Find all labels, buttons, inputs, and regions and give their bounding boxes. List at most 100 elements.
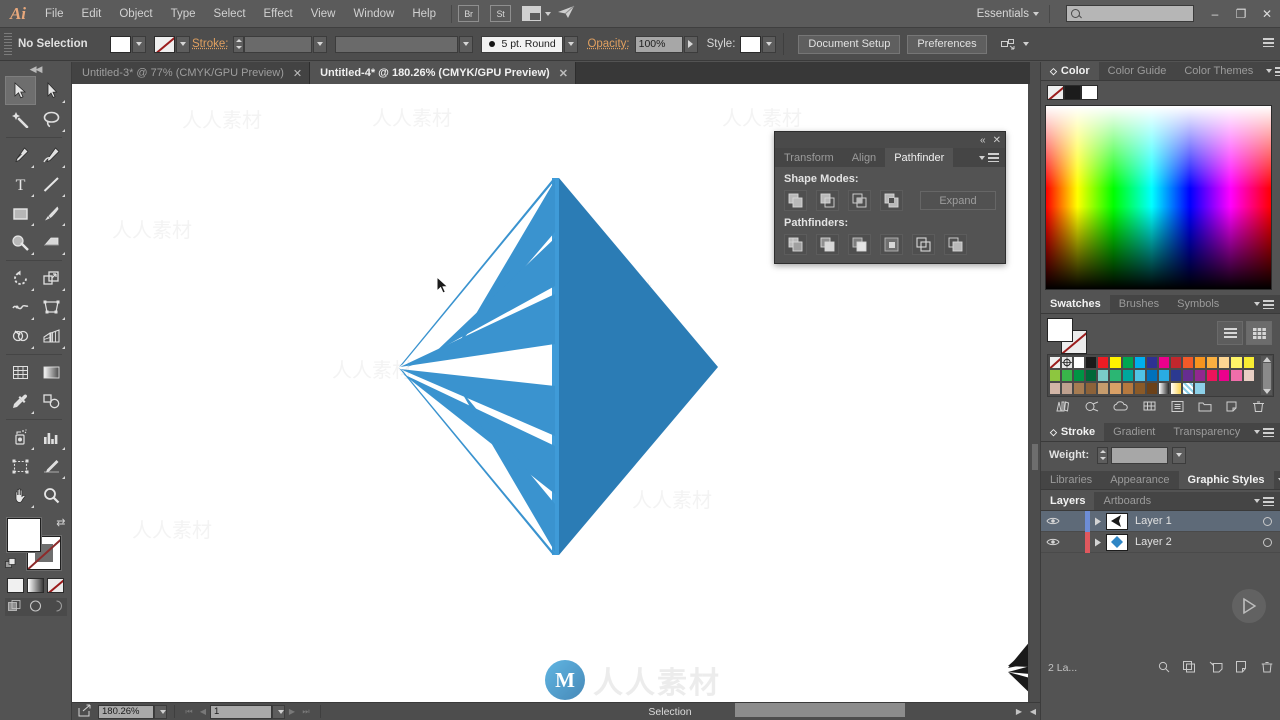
- swatch-cell[interactable]: [1157, 356, 1170, 369]
- fill-color-control[interactable]: [110, 35, 146, 53]
- pathfinder-trim-button[interactable]: [816, 234, 839, 255]
- fill-swatch[interactable]: [110, 35, 131, 53]
- tab-swatches[interactable]: Swatches: [1041, 295, 1110, 313]
- swatch-cell[interactable]: [1230, 369, 1243, 382]
- tool-direct-selection[interactable]: [36, 76, 67, 105]
- tab-gradient[interactable]: Gradient: [1104, 423, 1164, 441]
- opacity-field[interactable]: 100%: [634, 35, 683, 53]
- swatch-cell[interactable]: [1097, 382, 1110, 395]
- swatches-fill-box[interactable]: [1047, 318, 1073, 342]
- select-similar-button[interactable]: [1000, 38, 1029, 51]
- stroke-swatch-none[interactable]: [154, 35, 175, 53]
- tool-free-transform[interactable]: [36, 293, 67, 322]
- preferences-button[interactable]: Preferences: [907, 34, 987, 54]
- pathfinder-intersect-button[interactable]: [848, 190, 871, 211]
- layer-row-2[interactable]: Layer 2: [1041, 531, 1280, 553]
- canvas-horizontal-scrollbar-thumb[interactable]: [735, 703, 905, 717]
- artwork-blue-diamond[interactable]: [397, 174, 722, 559]
- tab-layers[interactable]: Layers: [1041, 492, 1095, 510]
- menu-type[interactable]: Type: [162, 0, 205, 28]
- restore-button[interactable]: ❐: [1228, 4, 1254, 24]
- menu-window[interactable]: Window: [344, 0, 403, 28]
- color-well-white[interactable]: [1081, 84, 1098, 100]
- tab-brushes[interactable]: Brushes: [1110, 295, 1168, 313]
- tool-zoom[interactable]: [36, 481, 67, 510]
- normal-screen-mode-icon[interactable]: [8, 599, 21, 615]
- tab-align[interactable]: Align: [843, 148, 885, 167]
- stroke-color-control[interactable]: [154, 35, 190, 53]
- tab-artboards[interactable]: Artboards: [1094, 492, 1160, 510]
- next-artboard-button[interactable]: ▶: [285, 705, 299, 719]
- stroke-profile-field[interactable]: [335, 35, 459, 53]
- tool-perspective-grid[interactable]: [36, 322, 67, 351]
- swatch-cell[interactable]: [1073, 356, 1086, 369]
- expand-button[interactable]: Expand: [920, 191, 996, 210]
- swatch-cell[interactable]: [1230, 356, 1243, 369]
- close-icon[interactable]: ✕: [293, 67, 302, 80]
- tool-magic-wand[interactable]: [5, 105, 36, 134]
- tool-rectangle[interactable]: [5, 199, 36, 228]
- last-artboard-button[interactable]: ⏭: [299, 705, 313, 719]
- swatch-cell[interactable]: [1061, 356, 1074, 369]
- artboard-dropdown[interactable]: [272, 704, 285, 719]
- swatch-cell[interactable]: [1121, 369, 1134, 382]
- tab-appearance[interactable]: Appearance: [1101, 471, 1178, 489]
- swatch-cell[interactable]: [1206, 369, 1219, 382]
- menu-file[interactable]: File: [36, 0, 73, 28]
- color-panel-menu[interactable]: [1262, 62, 1280, 80]
- tool-hand[interactable]: [5, 481, 36, 510]
- layers-panel-menu[interactable]: [1250, 492, 1280, 510]
- swatch-cell[interactable]: [1073, 369, 1086, 382]
- tab-pathfinder[interactable]: Pathfinder: [885, 148, 954, 167]
- tab-color-guide[interactable]: Color Guide: [1099, 62, 1176, 80]
- swap-fill-stroke-icon[interactable]: ⇄: [56, 516, 65, 529]
- status-flyout-button[interactable]: ▶: [1012, 705, 1026, 719]
- tab-transform[interactable]: Transform: [775, 148, 843, 167]
- menu-object[interactable]: Object: [110, 0, 161, 28]
- weight-dropdown[interactable]: [1172, 446, 1187, 464]
- pathfinder-crop-button[interactable]: [880, 234, 903, 255]
- tool-symbol-sprayer[interactable]: [5, 423, 36, 452]
- swatch-cell[interactable]: [1242, 356, 1255, 369]
- swatch-cell[interactable]: [1049, 369, 1062, 382]
- document-setup-button[interactable]: Document Setup: [798, 34, 901, 54]
- swatch-cell[interactable]: [1097, 356, 1110, 369]
- swatch-cell[interactable]: [1145, 356, 1158, 369]
- swatch-cell[interactable]: [1073, 382, 1086, 395]
- zoom-level-dropdown[interactable]: [154, 704, 167, 719]
- tool-gradient[interactable]: [36, 358, 67, 387]
- tutorial-play-button[interactable]: [1232, 589, 1266, 623]
- new-color-group-icon[interactable]: [1198, 400, 1213, 416]
- color-well-black[interactable]: [1064, 84, 1081, 100]
- layer-name[interactable]: Layer 2: [1135, 536, 1254, 548]
- swatch-cell[interactable]: [1121, 382, 1134, 395]
- styles-panel-menu[interactable]: [1274, 471, 1280, 489]
- swatch-cell[interactable]: [1145, 369, 1158, 382]
- tab-symbols[interactable]: Symbols: [1168, 295, 1228, 313]
- previous-artboard-button[interactable]: ◀: [196, 705, 210, 719]
- color-well-none[interactable]: [1047, 84, 1064, 100]
- swatch-cell[interactable]: [1206, 356, 1219, 369]
- tab-libraries[interactable]: Libraries: [1041, 471, 1101, 489]
- search-input[interactable]: [1066, 5, 1194, 22]
- swatch-cell[interactable]: [1109, 382, 1122, 395]
- menu-view[interactable]: View: [302, 0, 345, 28]
- tool-shape-builder[interactable]: [5, 322, 36, 351]
- tool-curvature[interactable]: [36, 141, 67, 170]
- tool-line-segment[interactable]: [36, 170, 67, 199]
- visibility-toggle[interactable]: [1041, 537, 1065, 547]
- swatches-panel-menu[interactable]: [1250, 295, 1280, 313]
- menu-select[interactable]: Select: [205, 0, 255, 28]
- swatch-options-icon[interactable]: [1171, 400, 1184, 416]
- swatch-cell[interactable]: [1133, 369, 1146, 382]
- tab-transparency[interactable]: Transparency: [1164, 423, 1249, 441]
- layer-row-1[interactable]: Layer 1: [1041, 510, 1280, 532]
- tab-color-themes[interactable]: Color Themes: [1175, 62, 1262, 80]
- pathfinder-minus-front-button[interactable]: [816, 190, 839, 211]
- create-new-layer-icon[interactable]: [1236, 660, 1248, 676]
- swatch-cell[interactable]: [1109, 356, 1122, 369]
- swatch-cell[interactable]: [1121, 356, 1134, 369]
- swatch-cell[interactable]: [1145, 382, 1158, 395]
- make-clipping-mask-icon[interactable]: [1183, 660, 1196, 676]
- pathfinder-minus-back-button[interactable]: [944, 234, 967, 255]
